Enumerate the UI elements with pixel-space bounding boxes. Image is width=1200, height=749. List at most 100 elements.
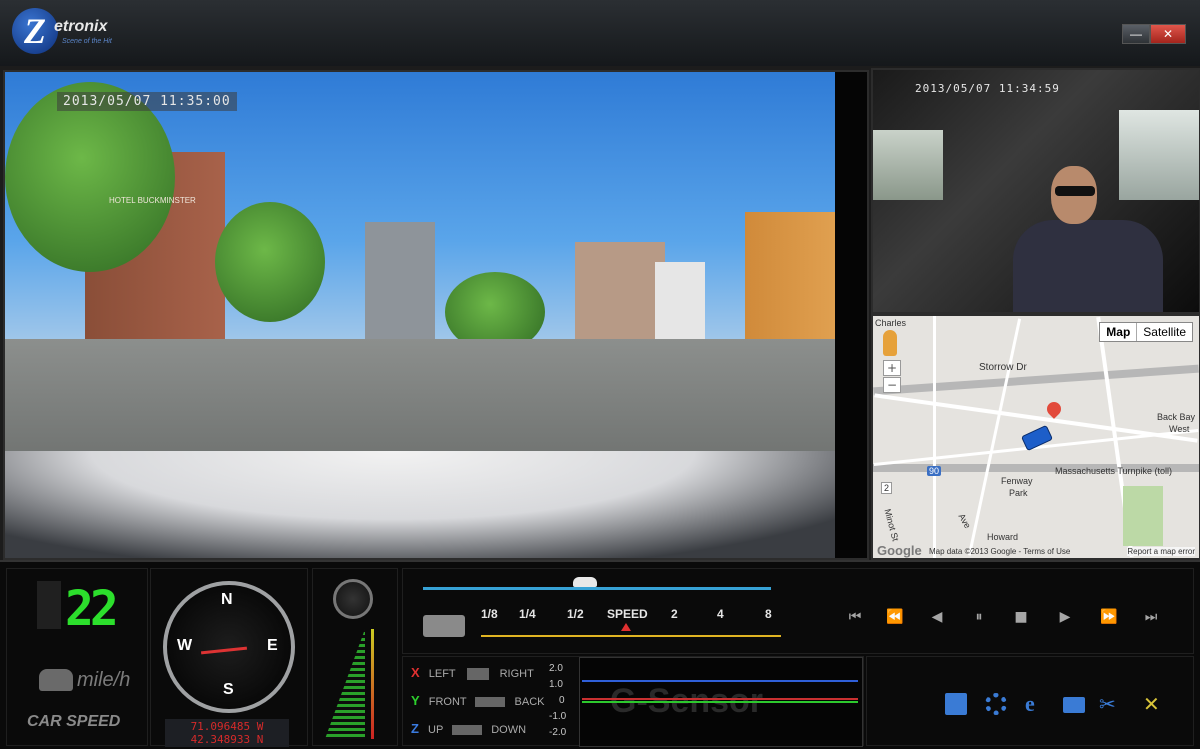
step-forward-button[interactable]: ⏩: [1097, 609, 1121, 627]
settings-icon[interactable]: [985, 693, 1007, 715]
front-timestamp: 2013/05/07 11:35:00: [57, 92, 237, 111]
speed-label: SPEED: [607, 607, 648, 621]
map-label-storrow: Storrow Dr: [979, 362, 1027, 373]
cabin-timestamp: 2013/05/07 11:34:59: [915, 82, 1060, 95]
volume-slider[interactable]: [371, 629, 374, 739]
logo-text: etronix: [54, 18, 108, 35]
step-back-button[interactable]: ⏪: [883, 609, 907, 627]
street-view-pegman[interactable]: [883, 330, 897, 356]
office-building: [575, 242, 665, 352]
skip-forward-button[interactable]: ⏭: [1139, 609, 1163, 627]
g-scale-label: -1.0: [549, 711, 567, 722]
cabin-camera-view[interactable]: 2013/05/07 11:34:59: [871, 68, 1200, 314]
map-label-minot: Minot St: [882, 507, 901, 543]
speed-tick[interactable]: 4: [717, 607, 724, 621]
zoom-in-button[interactable]: +: [883, 360, 901, 376]
volume-panel: [312, 568, 398, 746]
map-type-toggle: Map Satellite: [1099, 322, 1193, 342]
satellite-button[interactable]: Satellite: [1137, 323, 1192, 341]
report-map-error-link[interactable]: Report a map error: [1127, 547, 1195, 556]
compass-panel: N S E W 71.096485 W 42.348933 N: [150, 568, 308, 747]
axis-z-pos: DOWN: [491, 724, 527, 736]
logo-letter: Z: [12, 8, 58, 54]
close-button[interactable]: ✕: [1150, 24, 1186, 44]
speed-tick[interactable]: 1/8: [481, 607, 498, 621]
progress-track[interactable]: [423, 587, 771, 590]
car-side-icon: [475, 697, 506, 708]
map-label-park: Park: [1009, 488, 1028, 498]
speed-tick[interactable]: 2: [671, 607, 678, 621]
stop-button[interactable]: ■: [1009, 609, 1033, 627]
map-button[interactable]: Map: [1100, 323, 1138, 341]
map-label-mass-pike: Massachusetts Turnpike (toll): [1055, 466, 1173, 476]
window-buttons: — ✕: [1122, 24, 1186, 44]
save-icon[interactable]: [945, 693, 967, 715]
compass: N S E W: [163, 581, 295, 713]
map-label-charles: Charles: [875, 318, 907, 328]
folder-icon[interactable]: [1063, 697, 1085, 713]
tools-panel: e ✂ ✕: [866, 656, 1194, 746]
map-label-west: West: [1169, 424, 1190, 434]
g-sensor-graph: G-Sensor: [579, 657, 863, 747]
compass-west: W: [177, 637, 193, 654]
speed-pointer-icon[interactable]: [621, 623, 631, 631]
speed-tick[interactable]: 8: [765, 607, 772, 621]
browser-icon[interactable]: e: [1025, 693, 1047, 715]
reverse-button[interactable]: ◀: [925, 609, 949, 627]
car-front-icon: [452, 725, 483, 736]
map-view[interactable]: + − Map Satellite Charles Storrow Dr Bac…: [871, 314, 1200, 560]
g-scale-label: 2.0: [549, 663, 563, 674]
axis-z-letter: Z: [411, 721, 419, 736]
front-camera-view[interactable]: 2013/05/07 11:35:00 HOTEL BUCKMINSTER: [3, 70, 869, 560]
sunglasses: [1055, 186, 1095, 196]
g-axis-z: Z UP DOWN: [411, 721, 526, 736]
compass-south: S: [223, 681, 234, 698]
g-scale-label: 1.0: [549, 679, 563, 690]
hammer-wrench-icon[interactable]: ✕: [1143, 693, 1165, 715]
play-button[interactable]: ▶: [1053, 609, 1077, 627]
speed-value: 22: [65, 581, 119, 637]
park-area: [1123, 486, 1163, 546]
map-attribution[interactable]: Map data ©2013 Google - Terms of Use: [929, 547, 1070, 556]
map-label-ave: Ave: [956, 511, 973, 531]
hotel-sign: HOTEL BUCKMINSTER: [109, 196, 196, 205]
zoom-control: + −: [883, 360, 901, 394]
speed-ghost-digit: [37, 581, 61, 629]
camera-icon: [423, 615, 465, 637]
axis-z-neg: UP: [428, 724, 444, 736]
compass-east: E: [267, 637, 278, 654]
car-top-icon: [466, 668, 489, 681]
axis-x-letter: X: [411, 665, 420, 680]
latitude: 42.348933 N: [190, 733, 264, 746]
skip-back-button[interactable]: ⏮: [843, 609, 867, 627]
pause-button[interactable]: ⏸: [967, 609, 991, 627]
route-shield-90: 90: [927, 466, 942, 476]
g-sensor-panel: X LEFT RIGHT Y FRONT BACK Z UP DOWN 2.0 …: [402, 656, 864, 747]
axis-y-pos: BACK: [514, 696, 545, 708]
car-hood: [5, 451, 867, 558]
speed-tick[interactable]: 1/4: [519, 607, 536, 621]
zoom-out-button[interactable]: −: [883, 377, 901, 393]
volume-level-bar[interactable]: [325, 629, 365, 739]
longitude: 71.096485 W: [190, 720, 264, 733]
gps-coordinates: 71.096485 W 42.348933 N: [165, 719, 289, 747]
car-speed-label: CAR SPEED: [27, 713, 121, 730]
map-label-back-bay: Back Bay: [1157, 412, 1196, 422]
a-pillar: [835, 72, 867, 558]
compass-needle-icon: [200, 646, 248, 655]
title-bar: Z etronix Scene of the Hit — ✕: [0, 0, 1200, 66]
control-panel: 22 mile/h CAR SPEED N S E W 71.096485 W …: [0, 560, 1200, 749]
route-shield-2: 2: [881, 482, 893, 494]
speaker-icon[interactable]: [333, 579, 373, 619]
minimize-button[interactable]: —: [1122, 24, 1150, 44]
g-trace-y: [582, 701, 858, 703]
g-trace-x: [582, 698, 858, 700]
playback-speed-slider[interactable]: [481, 627, 781, 637]
speed-tick[interactable]: 1/2: [567, 607, 584, 621]
tree: [215, 202, 325, 322]
zetronix-logo: Z etronix Scene of the Hit: [12, 6, 142, 56]
progress-car-icon[interactable]: [573, 577, 597, 587]
tools-icon[interactable]: ✂: [1099, 693, 1121, 715]
storrow-drive: [873, 364, 1199, 396]
map-label-howard: Howard: [987, 532, 1019, 542]
